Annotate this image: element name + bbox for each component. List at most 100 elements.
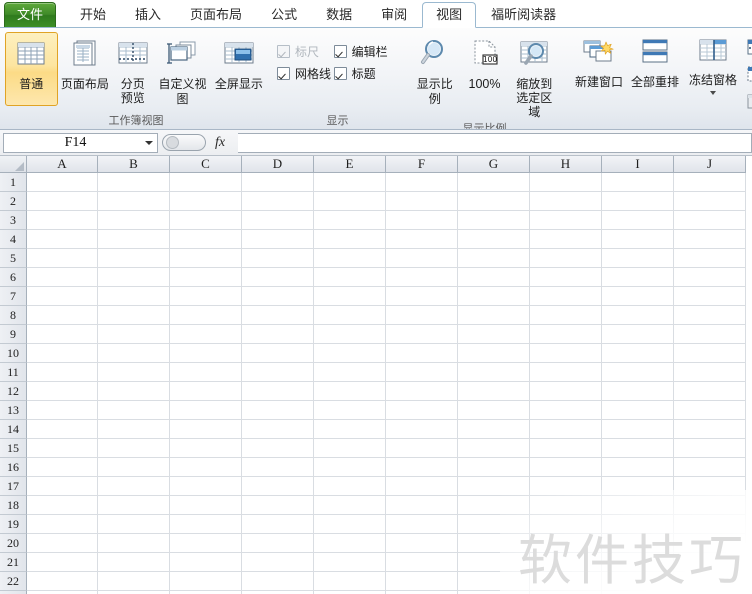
- grid-cell[interactable]: [458, 439, 530, 458]
- grid-cell[interactable]: [242, 249, 314, 268]
- grid-cell[interactable]: [530, 211, 602, 230]
- grid-cell[interactable]: [602, 382, 674, 401]
- grid-cell[interactable]: [674, 287, 746, 306]
- grid-cell[interactable]: [314, 515, 386, 534]
- grid-cell[interactable]: [602, 458, 674, 477]
- grid-cell[interactable]: [98, 344, 170, 363]
- row-header[interactable]: 5: [0, 249, 27, 268]
- grid-cell[interactable]: [530, 572, 602, 591]
- grid-cell[interactable]: [530, 458, 602, 477]
- row-header[interactable]: 3: [0, 211, 27, 230]
- grid-cell[interactable]: [386, 515, 458, 534]
- grid-cell[interactable]: [242, 287, 314, 306]
- grid-cell[interactable]: [458, 515, 530, 534]
- checkbox-gridlines[interactable]: 网格线: [277, 62, 334, 84]
- name-box-dropdown[interactable]: [141, 140, 157, 145]
- grid-cell[interactable]: [242, 420, 314, 439]
- grid-cell[interactable]: [458, 325, 530, 344]
- grid-cell[interactable]: [602, 249, 674, 268]
- grid-cell[interactable]: [314, 420, 386, 439]
- row-header[interactable]: 17: [0, 477, 27, 496]
- grid-cell[interactable]: [386, 439, 458, 458]
- grid-cell[interactable]: [530, 496, 602, 515]
- grid-cell[interactable]: [170, 572, 242, 591]
- tab-review[interactable]: 审阅: [367, 2, 421, 27]
- grid-cell[interactable]: [314, 192, 386, 211]
- grid-cell[interactable]: [530, 344, 602, 363]
- grid-cell[interactable]: [170, 287, 242, 306]
- row-header[interactable]: 10: [0, 344, 27, 363]
- grid-cell[interactable]: [27, 382, 98, 401]
- new-window-button[interactable]: 新建窗口: [571, 32, 627, 106]
- grid-cell[interactable]: [27, 515, 98, 534]
- grid-cell[interactable]: [242, 458, 314, 477]
- grid-cell[interactable]: [27, 173, 98, 192]
- grid-cell[interactable]: [170, 401, 242, 420]
- grid-cell[interactable]: [98, 287, 170, 306]
- grid-cell[interactable]: [27, 458, 98, 477]
- hide-window-button[interactable]: [743, 64, 752, 86]
- grid-cell[interactable]: [458, 173, 530, 192]
- checkbox-headings[interactable]: 标题: [333, 62, 398, 84]
- grid-cell[interactable]: [674, 458, 746, 477]
- view-normal-button[interactable]: 普通: [5, 32, 58, 106]
- grid-cell[interactable]: [530, 515, 602, 534]
- grid-cell[interactable]: [242, 401, 314, 420]
- grid-cell[interactable]: [314, 173, 386, 192]
- row-header[interactable]: 7: [0, 287, 27, 306]
- column-header-h[interactable]: H: [530, 156, 602, 173]
- tab-insert[interactable]: 插入: [121, 2, 175, 27]
- grid-cell[interactable]: [314, 344, 386, 363]
- grid-cell[interactable]: [98, 515, 170, 534]
- row-header[interactable]: 2: [0, 192, 27, 211]
- grid-cell[interactable]: [314, 458, 386, 477]
- grid-cell[interactable]: [386, 230, 458, 249]
- grid-cell[interactable]: [27, 401, 98, 420]
- grid-cell[interactable]: [242, 553, 314, 572]
- grid-cell[interactable]: [602, 496, 674, 515]
- grid-cell[interactable]: [674, 192, 746, 211]
- checkbox-ruler[interactable]: 标尺: [277, 40, 334, 62]
- column-header-b[interactable]: B: [98, 156, 170, 173]
- checkbox-box-headings[interactable]: [333, 66, 347, 80]
- grid-cell[interactable]: [170, 268, 242, 287]
- grid-cell[interactable]: [674, 496, 746, 515]
- view-custom-views-button[interactable]: 自定义视图: [154, 32, 210, 110]
- row-header[interactable]: 21: [0, 553, 27, 572]
- view-full-screen-button[interactable]: 全屏显示: [211, 32, 267, 106]
- grid-cell[interactable]: [674, 173, 746, 192]
- grid-cell[interactable]: [674, 363, 746, 382]
- column-header-j[interactable]: J: [674, 156, 746, 173]
- tab-formulas[interactable]: 公式: [257, 2, 311, 27]
- grid-cell[interactable]: [27, 249, 98, 268]
- grid-cell[interactable]: [27, 572, 98, 591]
- tab-view[interactable]: 视图: [422, 2, 477, 28]
- grid-cell[interactable]: [98, 553, 170, 572]
- grid-cell[interactable]: [27, 477, 98, 496]
- view-page-layout-button[interactable]: 页面布局: [58, 32, 112, 106]
- grid-cell[interactable]: [98, 477, 170, 496]
- grid-cell[interactable]: [314, 496, 386, 515]
- grid-cell[interactable]: [602, 268, 674, 287]
- grid-cell[interactable]: [98, 572, 170, 591]
- grid-cell[interactable]: [314, 230, 386, 249]
- row-header[interactable]: 1: [0, 173, 27, 192]
- grid-cell[interactable]: [674, 477, 746, 496]
- grid-cell[interactable]: [458, 496, 530, 515]
- grid-cell[interactable]: [386, 325, 458, 344]
- tab-file[interactable]: 文件: [4, 2, 57, 27]
- grid-cell[interactable]: [458, 192, 530, 211]
- grid-cell[interactable]: [170, 439, 242, 458]
- grid-cell[interactable]: [170, 249, 242, 268]
- grid-cell[interactable]: [242, 477, 314, 496]
- grid-cell[interactable]: [27, 553, 98, 572]
- grid-cell[interactable]: [602, 230, 674, 249]
- grid-cell[interactable]: [98, 268, 170, 287]
- grid-cell[interactable]: [170, 173, 242, 192]
- grid-cell[interactable]: [674, 515, 746, 534]
- grid-cell[interactable]: [530, 268, 602, 287]
- grid-cell[interactable]: [98, 363, 170, 382]
- grid-cell[interactable]: [530, 363, 602, 382]
- grid-cell[interactable]: [674, 439, 746, 458]
- grid-cell[interactable]: [27, 534, 98, 553]
